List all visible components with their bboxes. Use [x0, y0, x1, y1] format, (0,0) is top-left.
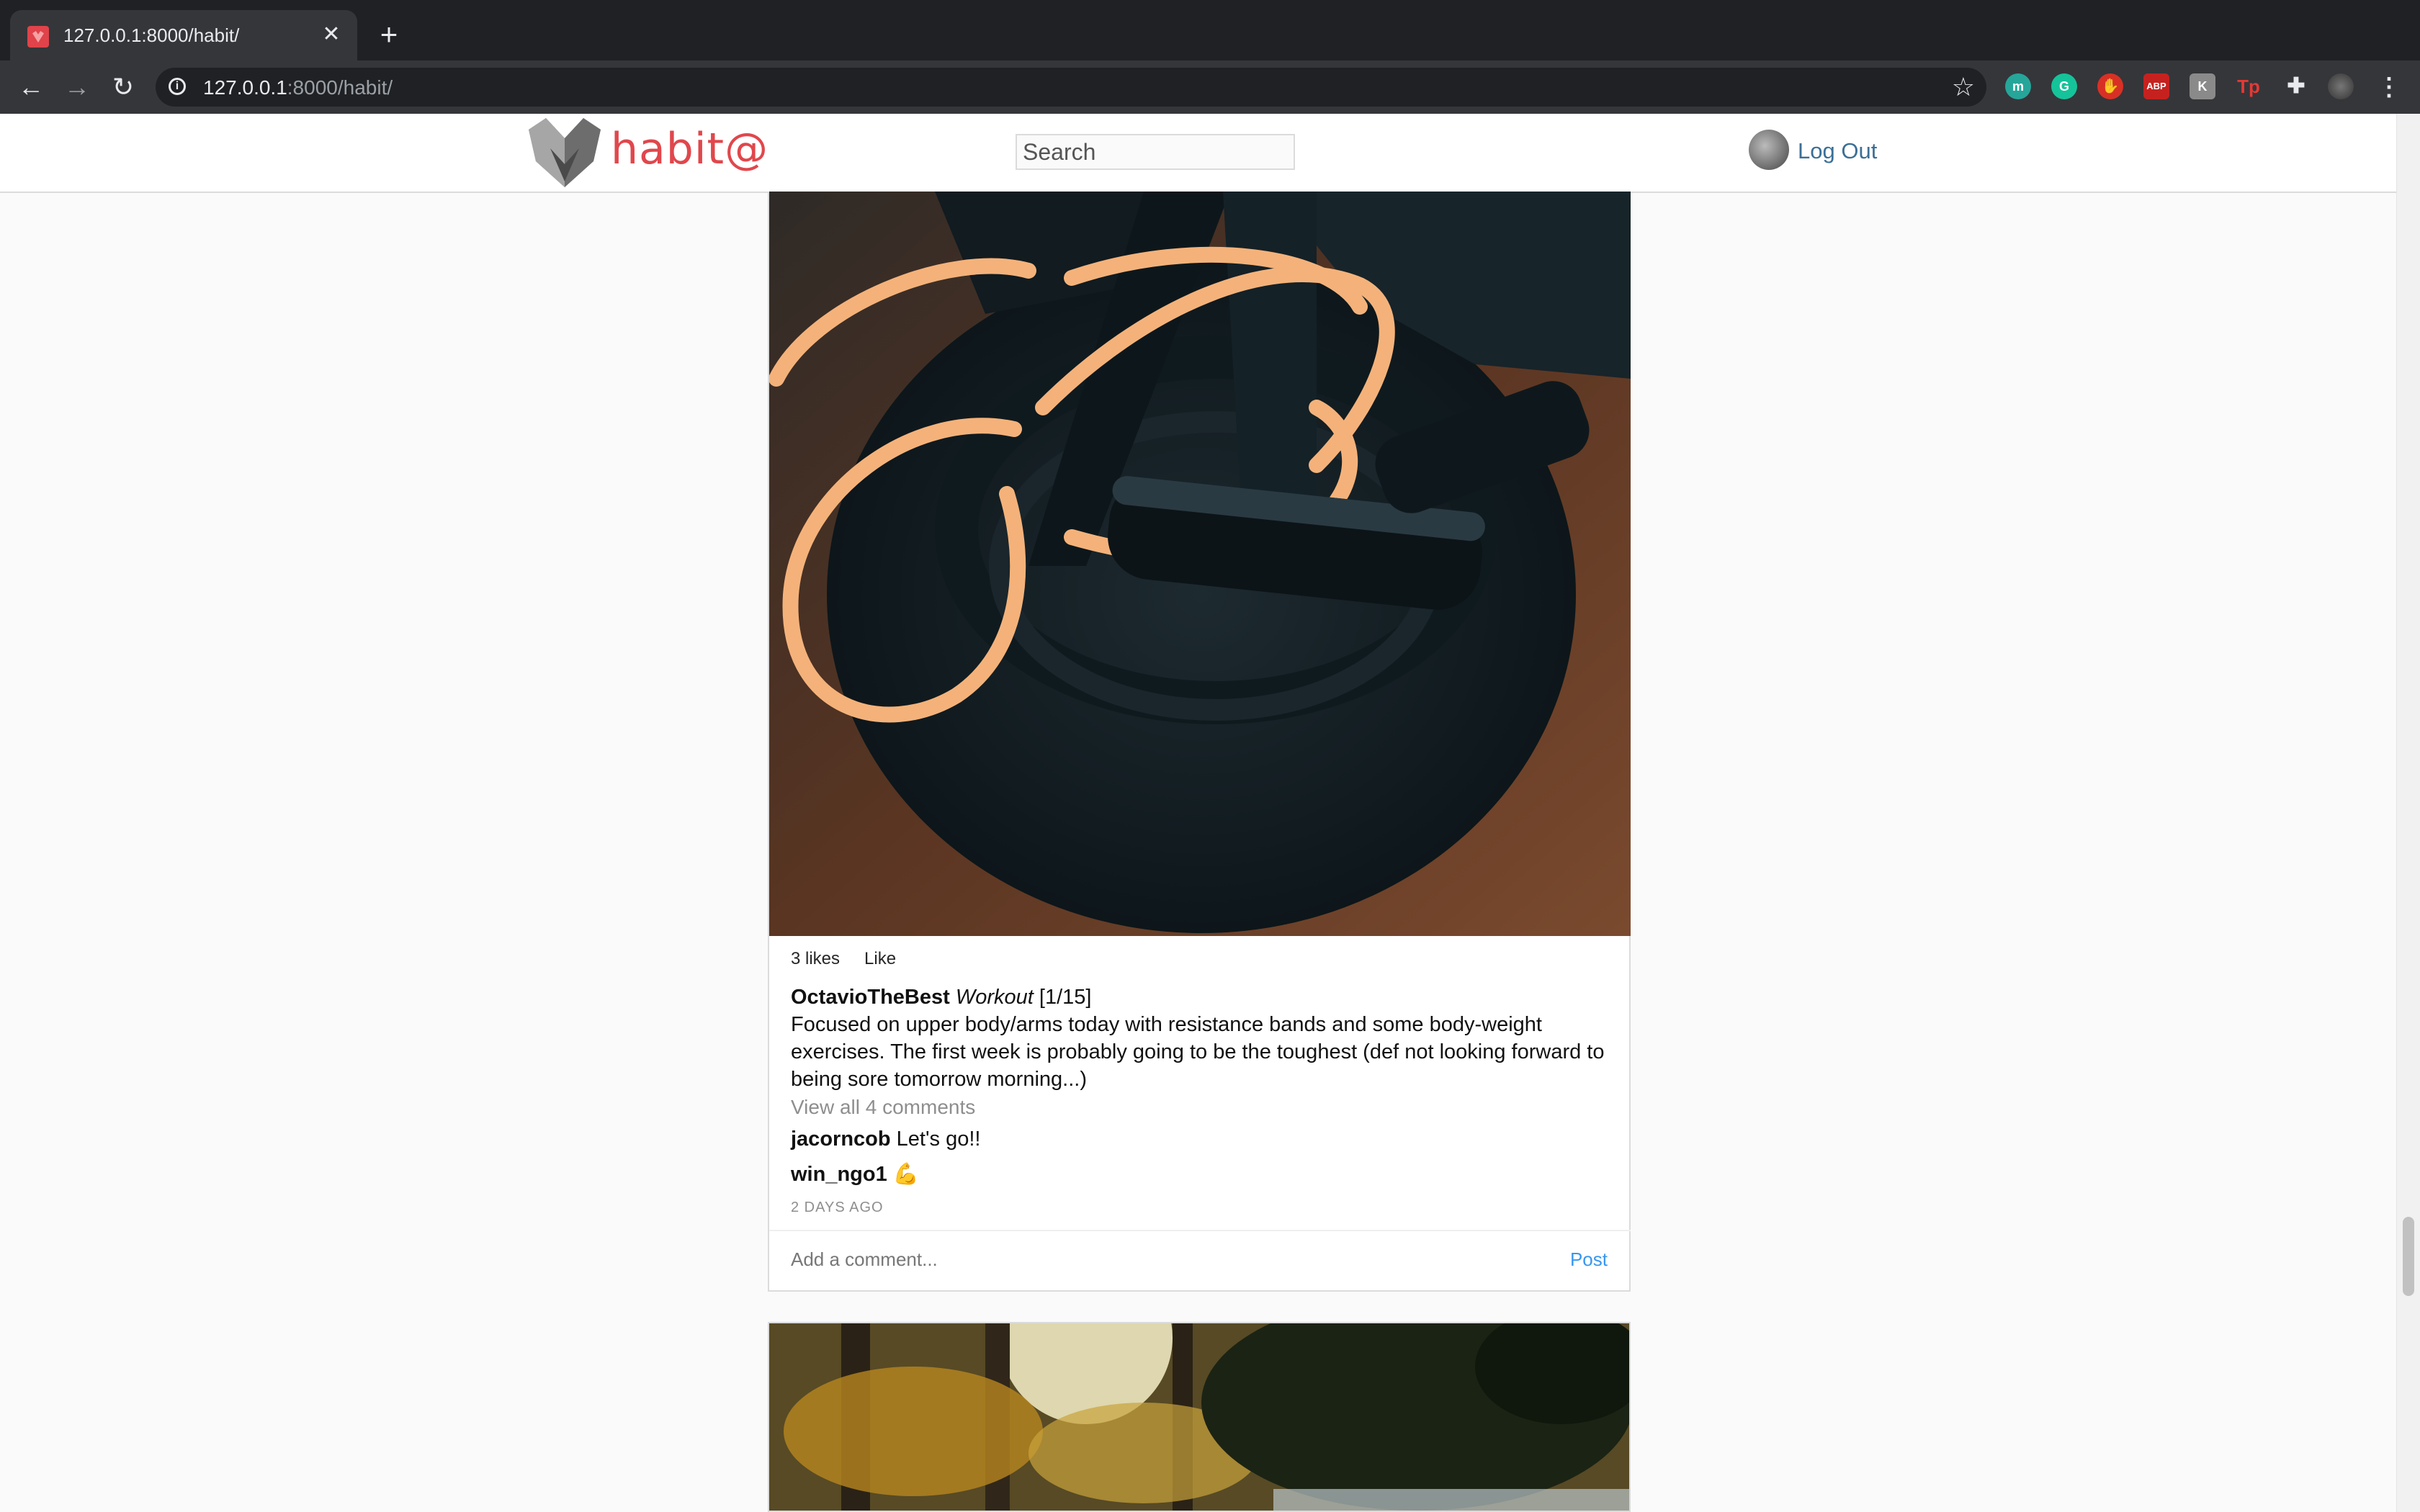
search-input[interactable] — [1016, 134, 1295, 170]
bookmark-star-icon[interactable]: ☆ — [1952, 72, 1975, 102]
site-header: habit@ Log Out — [0, 114, 2397, 193]
comment-text: 💪 — [892, 1163, 919, 1186]
forward-icon[interactable]: → — [60, 71, 94, 104]
brand-wordmark[interactable]: habit@ — [611, 124, 768, 174]
like-button[interactable]: Like — [864, 949, 896, 968]
post-caption: OctavioTheBest Workout [1/15] Focused on… — [791, 984, 1612, 1093]
post-timestamp: 2 DAYS AGO — [791, 1200, 884, 1215]
habit-name[interactable]: Workout — [956, 986, 1034, 1009]
comment-author[interactable]: jacorncob — [791, 1128, 891, 1151]
fox-logo-icon[interactable] — [524, 117, 605, 189]
habit-progress: [1/15] — [1039, 986, 1092, 1009]
browser-menu-icon[interactable]: ⋮ — [2377, 71, 2401, 104]
tab-title: 127.0.0.1:8000/habit/ — [63, 24, 240, 46]
site-favicon-icon — [27, 26, 49, 48]
next-post-photo — [769, 1323, 1629, 1511]
post-photo — [769, 192, 1631, 936]
extension-m-icon[interactable]: m — [2005, 73, 2031, 99]
logout-link[interactable]: Log Out — [1798, 138, 1877, 164]
like-count: 3 likes — [791, 949, 841, 968]
extension-k-icon[interactable]: K — [2190, 73, 2215, 99]
post-card: 3 likes Like OctavioTheBest Workout [1/15… — [768, 192, 1631, 1292]
post-comment-button[interactable]: Post — [1570, 1248, 1608, 1271]
scrollbar-thumb[interactable] — [2403, 1217, 2414, 1296]
adblock-plus-icon[interactable]: ABP — [2143, 73, 2169, 99]
post-actions: 3 likes Like — [791, 949, 920, 969]
reload-icon[interactable]: ↻ — [107, 71, 140, 104]
next-post-card — [768, 1322, 1631, 1512]
browser-tab[interactable]: 127.0.0.1:8000/habit/ ✕ — [10, 10, 357, 60]
url-path: :8000/habit/ — [287, 76, 393, 99]
extension-tp-icon[interactable]: Tp — [2236, 73, 2262, 99]
back-icon[interactable]: ← — [14, 71, 48, 104]
url-text: 127.0.0.1:8000/habit/ — [203, 76, 393, 99]
post-author[interactable]: OctavioTheBest — [791, 986, 950, 1009]
comment: win_ngo1 💪 — [791, 1162, 919, 1187]
extensions-puzzle-icon[interactable]: ✚ — [2283, 73, 2309, 99]
comment-text: Let's go!! — [896, 1128, 981, 1151]
grammarly-icon[interactable]: G — [2051, 73, 2077, 99]
profile-avatar-icon[interactable] — [2328, 73, 2354, 99]
user-avatar[interactable] — [1749, 130, 1789, 170]
browser-toolbar: ← → ↻ i 127.0.0.1:8000/habit/ ☆ m G ✋ AB… — [0, 60, 2420, 114]
page-scrollbar[interactable] — [2396, 114, 2420, 1512]
comment-author[interactable]: win_ngo1 — [791, 1163, 887, 1186]
page: habit@ Log Out — [0, 114, 2397, 1512]
caption-text: Focused on upper body/arms today with re… — [791, 1013, 1605, 1091]
add-comment-bar: Add a comment... Post — [769, 1230, 1631, 1292]
close-tab-icon[interactable]: ✕ — [317, 20, 346, 49]
view-all-comments-link[interactable]: View all 4 comments — [791, 1096, 975, 1119]
site-info-icon[interactable]: i — [169, 78, 186, 95]
comment: jacorncob Let's go!! — [791, 1128, 980, 1151]
browser-tabstrip: 127.0.0.1:8000/habit/ ✕ + — [0, 0, 2420, 60]
url-host: 127.0.0.1 — [203, 76, 287, 99]
address-bar[interactable]: i 127.0.0.1:8000/habit/ ☆ — [156, 68, 1986, 107]
block-extension-icon[interactable]: ✋ — [2097, 73, 2123, 99]
new-tab-icon[interactable]: + — [373, 19, 405, 50]
comment-input[interactable]: Add a comment... — [791, 1248, 938, 1271]
